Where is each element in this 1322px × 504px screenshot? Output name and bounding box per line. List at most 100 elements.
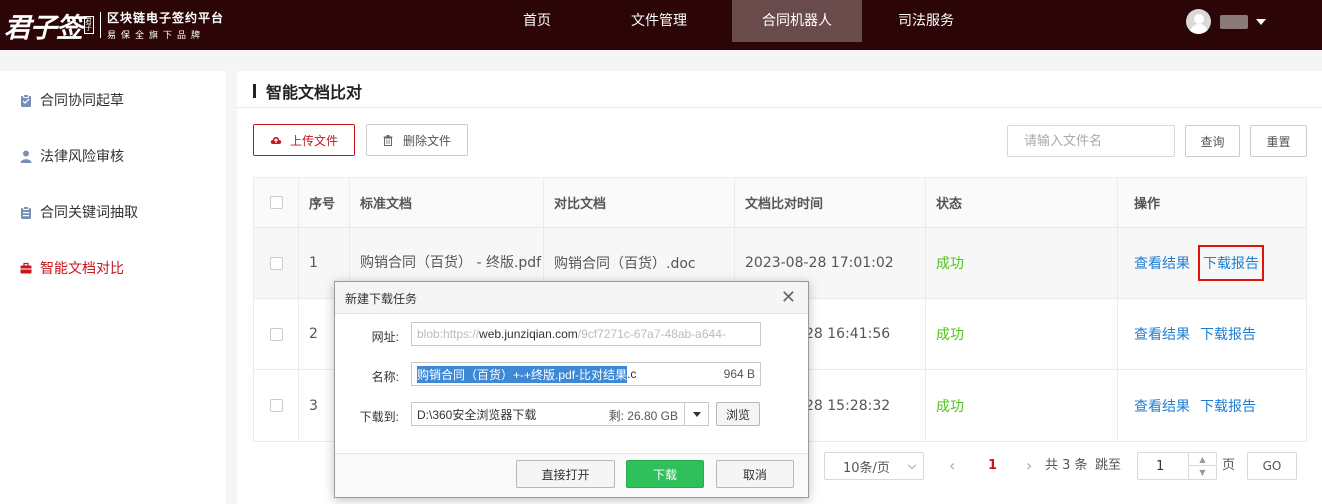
sidebar-item-label: 法律风险审核 — [40, 149, 124, 165]
upload-file-button[interactable]: 上传文件 — [253, 124, 355, 156]
col-header-actions: 操作 — [1134, 197, 1161, 212]
row-checkbox[interactable] — [269, 256, 283, 270]
user-icon — [20, 150, 32, 163]
sidebar-item-risk-review[interactable]: 法律风险审核 — [0, 128, 226, 184]
nav-file-management[interactable]: 文件管理 — [586, 0, 732, 42]
logo-divider — [100, 12, 101, 38]
jump-page-input[interactable]: 1 ▲ ▼ — [1137, 452, 1217, 480]
upload-file-label: 上传文件 — [289, 133, 338, 148]
filename-rest: .c — [627, 367, 637, 381]
title-bar — [253, 84, 256, 98]
chevron-down-icon — [907, 460, 917, 470]
page-unit: 页 — [1222, 458, 1236, 473]
nav-judicial-service[interactable]: 司法服务 — [862, 0, 990, 42]
standard-doc-name: 购销合同（百货） - 终版.pdf — [360, 255, 542, 271]
save-path-value: D:\360安全浏览器下载 — [417, 407, 537, 422]
status-badge: 成功 — [936, 398, 964, 415]
sidebar-item-keyword-extract[interactable]: 合同关键词抽取 — [0, 184, 226, 240]
logo-text: 区块链电子签约平台 易保全旗下品牌 — [107, 9, 224, 41]
row-checkbox[interactable] — [269, 399, 283, 412]
jump-label: 跳至 — [1095, 458, 1122, 473]
url-label: 网址: — [371, 330, 399, 344]
sidebar-item-label: 合同关键词抽取 — [40, 205, 138, 221]
col-header-no: 序号 — [299, 178, 350, 227]
page-stepper[interactable]: ▲ ▼ — [1188, 453, 1216, 479]
logo-seal: 君子 — [84, 16, 94, 34]
cloud-upload-icon — [270, 137, 282, 144]
save-path-select[interactable]: D:\360安全浏览器下载 剩: 26.80 GB — [411, 402, 709, 426]
filename-selected: 购销合同（百货）+-+终版.pdf-比对结果 — [417, 365, 628, 383]
col-header-standard: 标准文档 — [350, 178, 544, 227]
col-header-status: 状态 — [926, 178, 1118, 227]
url-host: web.junziqian.com — [479, 327, 578, 341]
top-header: 君子签 君子 区块链电子签约平台 易保全旗下品牌 首页 文件管理 合同机器人 司… — [0, 0, 1322, 50]
download-button[interactable]: 下载 — [626, 460, 704, 488]
jump-page-value: 1 — [1156, 458, 1165, 474]
status-badge: 成功 — [936, 327, 964, 343]
url-suffix: /9cf7271c-67a7-48ab-a644- — [577, 327, 726, 341]
view-result-link[interactable]: 查看结果 — [1134, 253, 1190, 273]
url-field[interactable]: blob:https://web.junziqian.com/9cf7271c-… — [411, 322, 761, 346]
filename-search-input[interactable] — [1007, 125, 1175, 157]
go-button[interactable]: GO — [1247, 452, 1297, 480]
status-badge: 成功 — [936, 256, 964, 272]
download-report-link[interactable]: 下载报告 — [1200, 396, 1256, 416]
avatar[interactable] — [1186, 9, 1211, 34]
sidebar: 合同协同起草 法律风险审核 合同关键词抽取 智能文档对比 — [0, 71, 226, 504]
download-dialog: 新建下载任务 ✕ 网址: blob:https://web.junziqian.… — [334, 281, 809, 498]
row-checkbox[interactable] — [269, 327, 283, 341]
logo-subslogan: 易保全旗下品牌 — [107, 31, 206, 41]
download-report-link[interactable]: 下载报告 — [1200, 324, 1256, 344]
sidebar-item-label: 合同协同起草 — [40, 93, 124, 109]
title-divider — [237, 107, 1322, 108]
nav-contract-robot[interactable]: 合同机器人 — [732, 0, 862, 42]
save-path-label: 下载到: — [359, 410, 399, 424]
sidebar-item-draft[interactable]: 合同协同起草 — [0, 72, 226, 128]
select-all-cell — [254, 178, 299, 227]
select-all-checkbox[interactable] — [269, 196, 283, 209]
col-header-compare: 对比文档 — [544, 178, 735, 227]
logo[interactable]: 君子签 君子 区块链电子签约平台 易保全旗下品牌 — [0, 0, 230, 50]
logo-mark: 君子签 — [4, 12, 83, 44]
dialog-header: 新建下载任务 ✕ — [335, 282, 808, 314]
page-title: 智能文档比对 — [253, 81, 363, 102]
view-result-link[interactable]: 查看结果 — [1134, 324, 1190, 344]
reset-button[interactable]: 重置 — [1250, 125, 1307, 157]
caret-down-icon[interactable] — [1256, 18, 1266, 25]
page-size-value: 10条/页 — [843, 460, 890, 476]
logo-slogan: 区块链电子签约平台 — [107, 11, 225, 25]
main-nav: 首页 文件管理 合同机器人 司法服务 — [488, 0, 990, 42]
close-icon[interactable]: ✕ — [781, 288, 796, 306]
page-title-text: 智能文档比对 — [266, 83, 363, 102]
next-page-icon[interactable]: › — [1026, 452, 1032, 480]
col-header-time: 文档比对时间 — [735, 178, 926, 227]
user-menu[interactable] — [1186, 9, 1266, 34]
open-directly-button[interactable]: 直接打开 — [516, 460, 615, 488]
stepper-down-icon[interactable]: ▼ — [1189, 466, 1216, 479]
clipboard-icon — [21, 93, 31, 107]
caret-down-icon[interactable] — [684, 403, 708, 425]
table-header: 序号 标准文档 对比文档 文档比对时间 状态 操作 — [254, 178, 1306, 228]
clipboard-icon — [21, 205, 31, 219]
trash-icon — [383, 134, 393, 146]
delete-file-button[interactable]: 删除文件 — [366, 124, 468, 156]
briefcase-icon — [20, 262, 32, 273]
dialog-title: 新建下载任务 — [345, 292, 418, 306]
page-size-select[interactable]: 10条/页 — [824, 452, 924, 480]
nav-home[interactable]: 首页 — [488, 0, 586, 42]
user-name-redacted — [1220, 14, 1248, 29]
query-button[interactable]: 查询 — [1185, 125, 1240, 157]
cancel-button[interactable]: 取消 — [716, 460, 794, 488]
url-prefix: blob:https:// — [417, 327, 480, 341]
filename-field[interactable]: 购销合同（百货）+-+终版.pdf-比对结果 .c 964 B — [411, 362, 761, 386]
browse-button[interactable]: 浏览 — [716, 402, 760, 426]
file-size: 964 B — [723, 367, 755, 381]
download-report-link[interactable]: 下载报告 — [1198, 245, 1264, 281]
prev-page-icon[interactable]: ‹ — [949, 452, 955, 480]
view-result-link[interactable]: 查看结果 — [1134, 396, 1190, 416]
sidebar-item-doc-compare[interactable]: 智能文档对比 — [0, 240, 226, 296]
current-page[interactable]: 1 — [988, 452, 997, 480]
stepper-up-icon[interactable]: ▲ — [1189, 453, 1216, 466]
delete-file-label: 删除文件 — [402, 133, 451, 148]
free-space: 剩: 26.80 GB — [608, 409, 678, 423]
